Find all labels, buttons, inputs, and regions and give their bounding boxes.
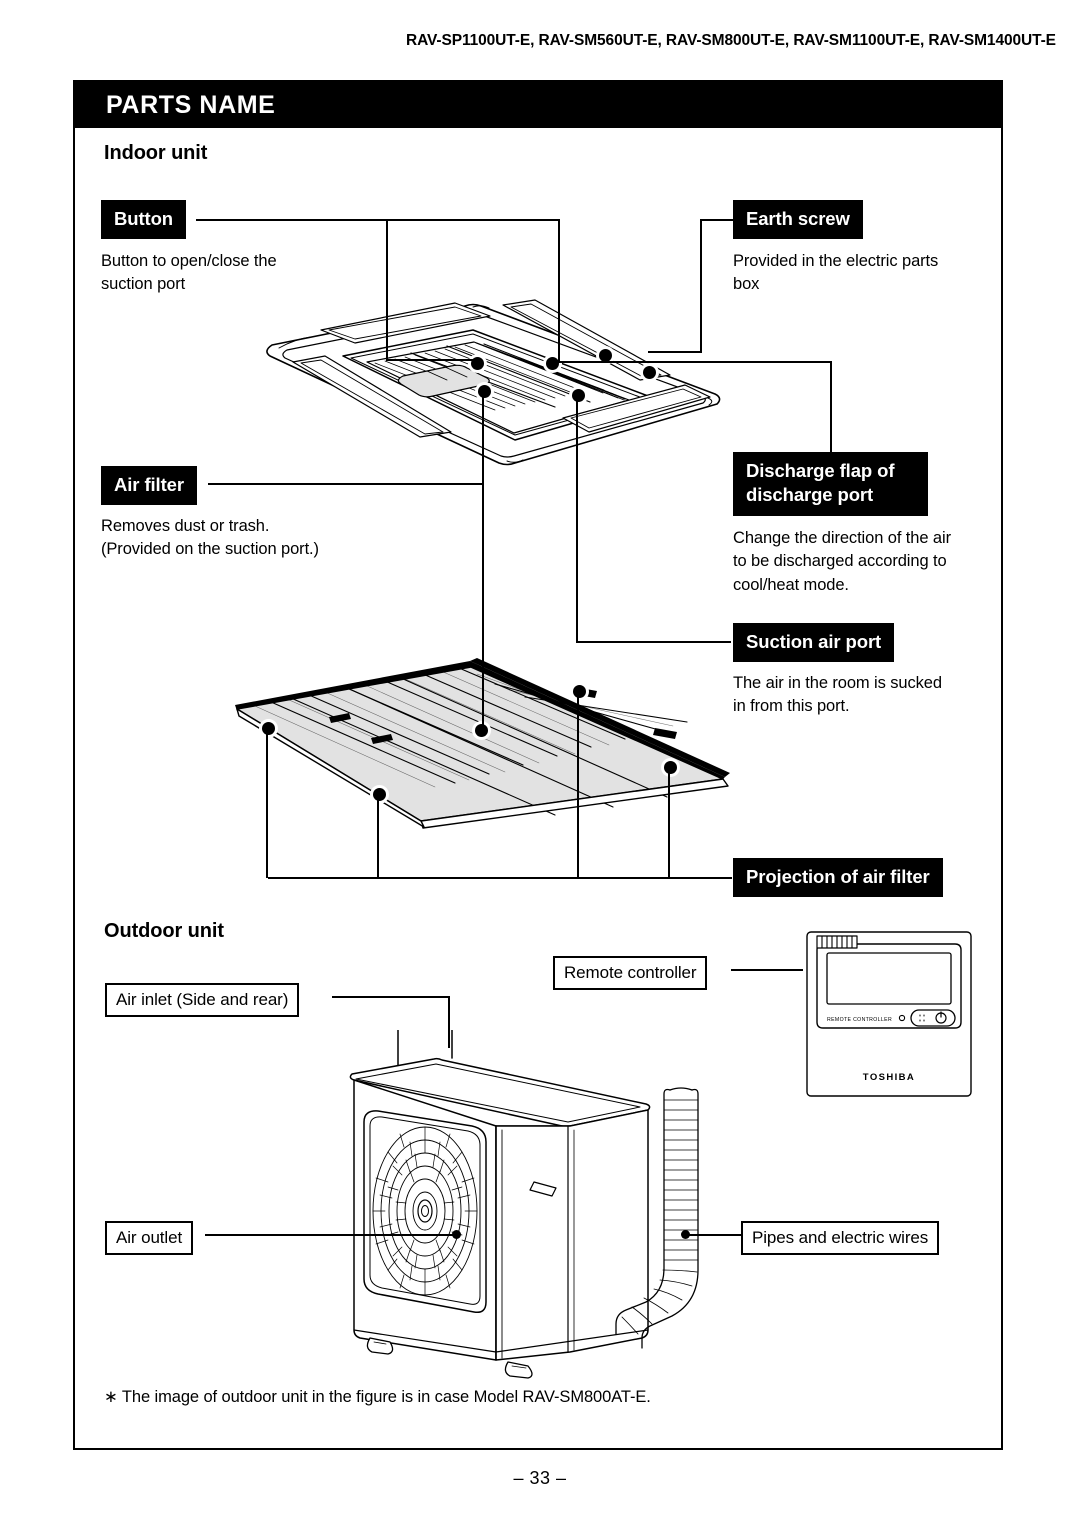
leader-button-h2 bbox=[386, 359, 476, 361]
leader-discharge-v bbox=[830, 363, 832, 453]
callout-button-label: Button bbox=[101, 200, 186, 240]
leader-dot-air-outlet bbox=[452, 1230, 461, 1239]
leader-projection-v3 bbox=[577, 689, 579, 878]
leader-dot-earth-screw-2 bbox=[643, 366, 656, 379]
remote-controller-face-label: REMOTE CONTROLLER bbox=[827, 1017, 892, 1023]
leader-button-h bbox=[196, 219, 560, 221]
label-pipes-and-wires: Pipes and electric wires bbox=[741, 1221, 940, 1256]
callout-earth-screw-label: Earth screw bbox=[733, 200, 863, 240]
leader-earth-h bbox=[700, 219, 736, 221]
leader-airfilter-v bbox=[482, 389, 484, 483]
page-title: PARTS NAME bbox=[106, 91, 276, 119]
leader-button-v bbox=[558, 219, 560, 361]
leader-pipes-h bbox=[688, 1234, 743, 1236]
callout-discharge-flap-label: Discharge flap of discharge port bbox=[733, 452, 928, 516]
label-remote-controller: Remote controller bbox=[553, 956, 708, 991]
leader-airfilter-v2 bbox=[482, 483, 484, 728]
label-air-outlet: Air outlet bbox=[105, 1221, 194, 1256]
leader-earth-v bbox=[700, 219, 702, 353]
leader-projection-h bbox=[268, 877, 732, 879]
manual-page: RAV-SP1100UT-E, RAV-SM560UT-E, RAV-SM800… bbox=[0, 0, 1080, 1525]
callout-earth-screw-description: Provided in the electric parts box bbox=[733, 252, 939, 294]
section-heading-outdoor: Outdoor unit bbox=[104, 920, 224, 942]
callout-suction-air-port-description: The air in the room is sucked in from th… bbox=[733, 674, 942, 716]
callout-suction-air-port-label: Suction air port bbox=[733, 623, 895, 663]
leader-air-inlet-h bbox=[332, 996, 450, 998]
remote-controller-brand: TOSHIBA bbox=[863, 1072, 915, 1083]
air-filter-panel-drawing bbox=[235, 658, 730, 829]
leader-dot-air-filter bbox=[478, 385, 491, 398]
model-numbers-header: RAV-SP1100UT-E, RAV-SM560UT-E, RAV-SM800… bbox=[406, 32, 1056, 49]
leader-suction-v bbox=[576, 393, 578, 643]
leader-discharge-h bbox=[550, 361, 832, 363]
leader-air-outlet-h bbox=[205, 1234, 458, 1236]
callout-discharge-flap-description: Change the direction of the air to be di… bbox=[733, 529, 951, 594]
page-number: – 33 – bbox=[513, 1468, 567, 1488]
leader-dot-suction-port bbox=[572, 389, 585, 402]
callout-air-filter-label: Air filter bbox=[101, 466, 197, 506]
leader-dot-projection-4 bbox=[664, 761, 677, 774]
leader-remote-h bbox=[731, 969, 803, 971]
leader-dot-pipes bbox=[681, 1230, 690, 1239]
callout-air-filter-description: Removes dust or trash. (Provided on the … bbox=[101, 517, 319, 559]
leader-dot-projection-2 bbox=[373, 788, 386, 801]
callout-button-description: Button to open/close the suction port bbox=[101, 252, 277, 294]
leader-air-inlet-v bbox=[448, 996, 450, 1048]
callout-projection-air-filter-label: Projection of air filter bbox=[733, 858, 943, 898]
leader-projection-v4 bbox=[668, 765, 670, 878]
leader-suction-h bbox=[576, 641, 731, 643]
label-air-inlet: Air inlet (Side and rear) bbox=[105, 983, 300, 1018]
title-bar: PARTS NAME bbox=[73, 80, 1003, 128]
remote-controller-drawing: REMOTE CONTROLLER TOSHIBA bbox=[806, 931, 972, 1097]
leader-earth-h2 bbox=[648, 351, 702, 353]
section-heading-indoor: Indoor unit bbox=[104, 142, 208, 164]
leader-dot-projection-3 bbox=[573, 685, 586, 698]
outdoor-unit-drawing bbox=[349, 1030, 699, 1379]
footnote-text: ∗ The image of outdoor unit in the figur… bbox=[104, 1388, 651, 1406]
leader-dot-projection-1 bbox=[262, 722, 275, 735]
leader-projection-v2 bbox=[377, 792, 379, 878]
leader-airfilter-h bbox=[208, 483, 484, 485]
leader-projection-v1 bbox=[266, 726, 268, 878]
